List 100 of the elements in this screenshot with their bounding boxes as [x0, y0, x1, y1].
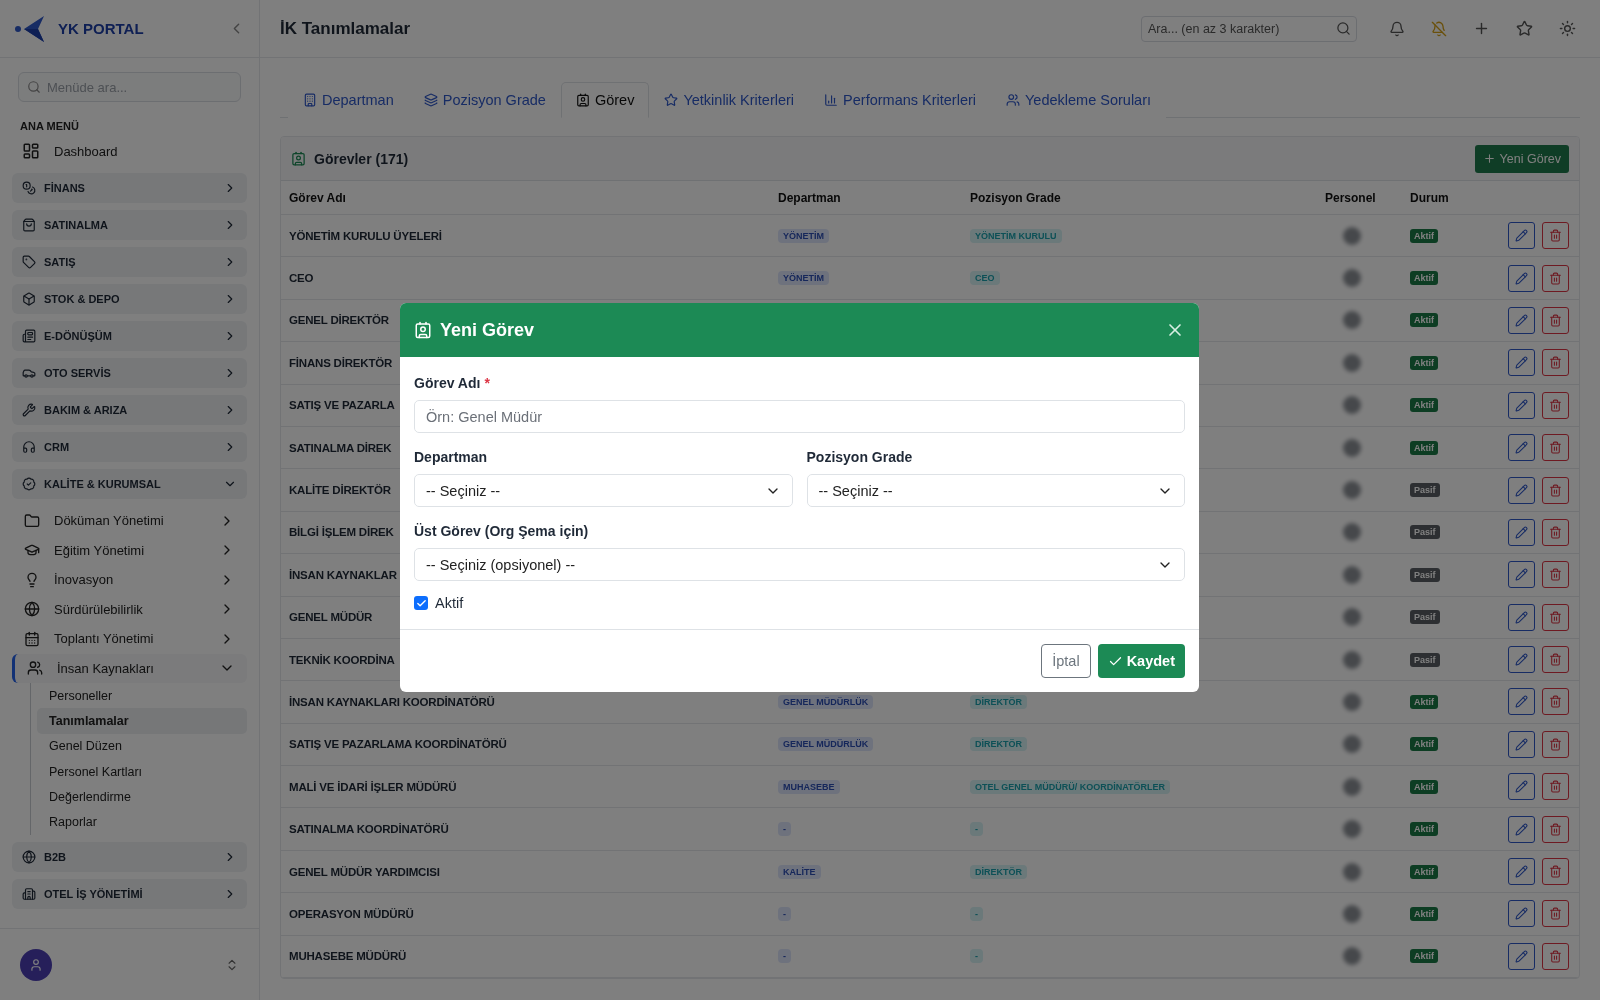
grade-tag: -: [970, 822, 983, 837]
user-avatar[interactable]: [20, 948, 52, 981]
edit-button[interactable]: [1508, 646, 1535, 674]
edit-button[interactable]: [1508, 222, 1535, 250]
badge-check-icon: [22, 477, 36, 491]
menu-group-label: OTO SERVİS: [44, 367, 112, 379]
edit-button[interactable]: [1508, 942, 1535, 970]
select-field[interactable]: -- Seçiniz --: [806, 474, 1185, 507]
submenu-link[interactable]: Değerlendirme: [37, 784, 247, 810]
submenu-item[interactable]: İnovasyon: [12, 565, 247, 595]
edit-button[interactable]: [1508, 603, 1535, 631]
grade-tag: -: [970, 949, 983, 964]
delete-button[interactable]: [1542, 688, 1569, 716]
delete-button[interactable]: [1542, 222, 1569, 250]
delete-button[interactable]: [1542, 942, 1569, 970]
menu-group[interactable]: BAKIM & ARIZA: [12, 395, 247, 425]
status-badge: Aktif: [1410, 822, 1438, 837]
submenu-label: İnovasyon: [54, 572, 115, 588]
trash-icon: [1549, 865, 1562, 879]
menu-group[interactable]: B2B: [12, 841, 247, 872]
checkbox-label: Aktif: [435, 595, 464, 611]
menu-group[interactable]: SATINALMA: [12, 210, 247, 240]
department-tag: -: [778, 949, 791, 964]
edit-button[interactable]: [1508, 306, 1535, 334]
blurred-count: [1343, 523, 1361, 542]
submenu-item[interactable]: Sürdürülebilirlik: [12, 594, 247, 624]
trash-icon: [1549, 229, 1562, 243]
edit-button[interactable]: [1508, 900, 1535, 928]
bar-chart-icon: [824, 93, 839, 107]
bag-icon: [22, 218, 36, 232]
submenu-link[interactable]: Personel Kartları: [37, 758, 247, 785]
edit-button[interactable]: [1508, 349, 1535, 377]
edit-button[interactable]: [1508, 434, 1535, 462]
table-cell: SATINALMA KOORDİNATÖRÜ: [289, 823, 449, 836]
department-tag: GENEL MÜDÜRLÜK: [778, 695, 874, 709]
edit-button[interactable]: [1508, 264, 1535, 292]
edit-button[interactable]: [1508, 391, 1535, 419]
submenu-item[interactable]: Döküman Yönetimi: [12, 506, 247, 536]
new-button[interactable]: Yeni Görev: [1474, 144, 1569, 173]
edit-button[interactable]: [1508, 773, 1535, 801]
save-button[interactable]: Kaydet: [1097, 644, 1185, 678]
menu-group[interactable]: E-DÖNÜŞÜM: [12, 321, 247, 351]
submenu-item[interactable]: Toplantı Yönetimi: [12, 624, 247, 654]
delete-button[interactable]: [1542, 773, 1569, 801]
delete-button[interactable]: [1542, 603, 1569, 631]
edit-button[interactable]: [1508, 815, 1535, 843]
delete-button[interactable]: [1542, 434, 1569, 462]
dashboard-icon: [22, 142, 40, 160]
submenu-link[interactable]: Personeller: [37, 683, 247, 709]
menu-item[interactable]: Dashboard: [12, 138, 247, 166]
delete-button[interactable]: [1542, 264, 1569, 292]
cancel-button[interactable]: İptal: [1041, 644, 1091, 678]
edit-button[interactable]: [1508, 730, 1535, 758]
menu-group[interactable]: STOK & DEPO: [12, 284, 247, 314]
submenu-link[interactable]: Tanımlamalar: [37, 708, 247, 734]
delete-button[interactable]: [1542, 561, 1569, 589]
edit-button[interactable]: [1508, 476, 1535, 504]
delete-button[interactable]: [1542, 306, 1569, 334]
submenu-item[interactable]: Eğitim Yönetimi: [12, 535, 247, 565]
pencil-icon: [1515, 865, 1528, 879]
menu-group[interactable]: SATIŞ: [12, 247, 247, 277]
delete-button[interactable]: [1542, 518, 1569, 546]
select-field[interactable]: -- Seçiniz (opsiyonel) --: [414, 548, 1185, 581]
delete-button[interactable]: [1542, 391, 1569, 419]
delete-button[interactable]: [1542, 730, 1569, 758]
table-cell: SATIŞ VE PAZARLA: [289, 399, 395, 412]
delete-button[interactable]: [1542, 349, 1569, 377]
submenu-item[interactable]: İnsan Kaynakları: [12, 653, 247, 683]
menu-group[interactable]: OTO SERVİS: [12, 358, 247, 388]
input-field[interactable]: Örn: Genel Müdür: [414, 400, 1185, 433]
delete-button[interactable]: [1542, 476, 1569, 504]
delete-button[interactable]: [1542, 646, 1569, 674]
edit-button[interactable]: [1508, 561, 1535, 589]
edit-button[interactable]: [1508, 518, 1535, 546]
delete-button[interactable]: [1542, 815, 1569, 843]
delete-button[interactable]: [1542, 900, 1569, 928]
menu-group[interactable]: FİNANS: [12, 173, 247, 203]
submenu-link[interactable]: Raporlar: [37, 809, 247, 835]
select-field[interactable]: -- Seçiniz --: [414, 474, 793, 507]
department-tag: YÖNETİM: [778, 271, 829, 286]
bell-off-icon: [1431, 20, 1447, 37]
menu-group-label: CRM: [44, 441, 71, 453]
status-badge: Aktif: [1410, 355, 1438, 370]
submenu-link[interactable]: Genel Düzen: [37, 733, 247, 759]
edit-button[interactable]: [1508, 688, 1535, 716]
tab[interactable]: Görev: [560, 82, 650, 118]
pencil-icon: [1515, 907, 1528, 921]
menu-group[interactable]: OTEL İŞ YÖNETİMİ: [12, 878, 247, 909]
edit-button[interactable]: [1508, 858, 1535, 886]
blurred-count: [1343, 226, 1361, 245]
lightbulb-icon: [24, 571, 40, 588]
menu-group-label: B2B: [44, 850, 67, 863]
delete-button[interactable]: [1542, 858, 1569, 886]
search-field[interactable]: Ara... (en az 3 karakter): [1141, 15, 1357, 42]
menu-group[interactable]: CRM: [12, 432, 247, 462]
table-cell: KALİTE DİREKTÖR: [289, 484, 391, 497]
blurred-count: [1343, 353, 1361, 372]
menu-group[interactable]: KALİTE & KURUMSAL: [12, 469, 247, 499]
checkbox[interactable]: Aktif: [414, 595, 1185, 629]
menu-group-label: SATIŞ: [44, 256, 77, 268]
